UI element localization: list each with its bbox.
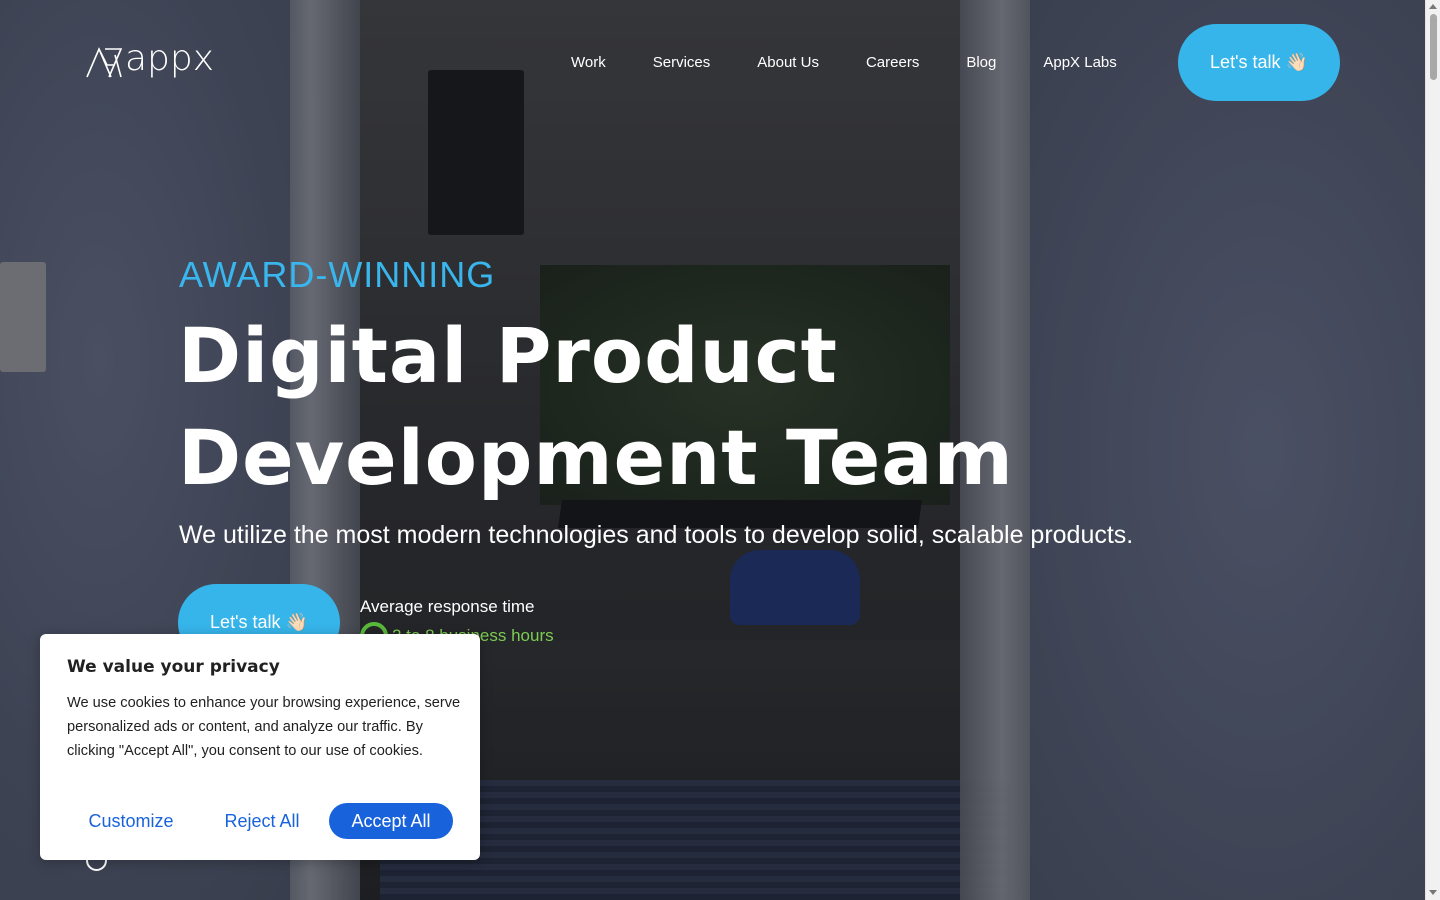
- hero-headline: Digital Product Development Team: [178, 305, 1014, 509]
- customize-button[interactable]: Customize: [67, 803, 195, 839]
- cookie-consent-banner: We value your privacy We use cookies to …: [40, 634, 480, 860]
- reject-all-button[interactable]: Reject All: [207, 803, 317, 839]
- header-lets-talk-button[interactable]: Let's talk 👋🏻: [1178, 24, 1340, 101]
- appx-logo[interactable]: appx: [85, 38, 215, 80]
- nav-item-services[interactable]: Services: [653, 53, 711, 73]
- main-nav: Work Services About Us Careers Blog AppX…: [571, 53, 1117, 73]
- hero-eyebrow: AWARD-WINNING: [179, 254, 496, 295]
- scroll-down-arrow-icon[interactable]: [1429, 890, 1437, 895]
- nav-item-appx-labs[interactable]: AppX Labs: [1043, 53, 1116, 73]
- accept-all-button[interactable]: Accept All: [329, 803, 453, 839]
- cookie-title: We value your privacy: [67, 657, 280, 677]
- hero-subline: We utilize the most modern technologies …: [179, 521, 1134, 549]
- scroll-up-arrow-icon[interactable]: [1429, 4, 1437, 9]
- hero-headline-line2: Development Team: [178, 413, 1014, 502]
- nav-item-work[interactable]: Work: [571, 53, 606, 73]
- nav-item-careers[interactable]: Careers: [866, 53, 919, 73]
- hero-headline-line1: Digital Product: [178, 311, 838, 400]
- scrollbar-thumb[interactable]: [1430, 14, 1437, 80]
- nav-item-blog[interactable]: Blog: [966, 53, 996, 73]
- nav-item-about-us[interactable]: About Us: [757, 53, 819, 73]
- logo-text: appx: [125, 38, 215, 79]
- page-scrollbar[interactable]: [1425, 0, 1440, 900]
- appx-logo-mark-icon: [86, 47, 123, 78]
- cookie-body: We use cookies to enhance your browsing …: [67, 695, 461, 759]
- response-time-label: Average response time: [360, 597, 535, 616]
